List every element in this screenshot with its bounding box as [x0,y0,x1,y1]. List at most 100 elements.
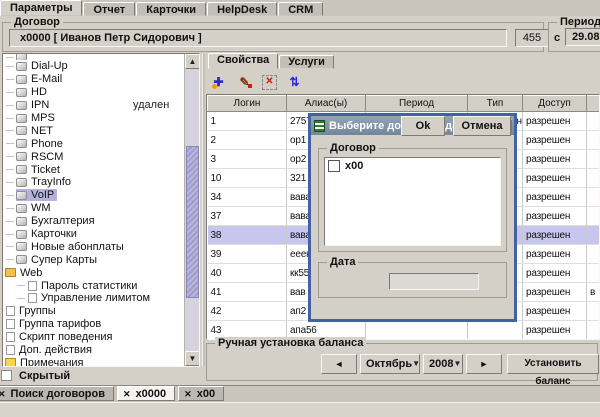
sidebar-item[interactable]: Примечания [3,356,184,366]
tree-scrollbar[interactable]: ▲ ▼ [184,54,199,366]
pkg-icon [16,139,27,148]
sidebar-item[interactable]: Web [3,266,184,279]
pkg-icon [16,242,27,251]
year-select[interactable]: 2008 ▼ [423,354,463,374]
sidebar-item[interactable]: MPS [3,112,184,125]
sidebar-item[interactable]: NET [3,124,184,137]
next-month-button[interactable]: ► [466,354,502,374]
sidebar-item[interactable]: WM [3,202,184,215]
close-icon[interactable]: ✕ [0,387,6,401]
table-cell: разрешен [523,207,587,226]
prev-month-button[interactable]: ◄ [321,354,357,374]
scrollbar-thumb[interactable] [186,146,199,298]
sidebar-item-label: RSCM [31,151,63,163]
sidebar-item[interactable]: Управление лимитом [3,292,184,305]
scroll-up-icon[interactable]: ▲ [185,54,200,69]
sidebar-item-label: Примечания [20,357,84,366]
contract-option-label: x00 [345,160,363,172]
pkg-icon [16,204,27,213]
sidebar-item[interactable]: Пароль статистики [3,279,184,292]
top-tab-1[interactable]: Отчет [83,2,135,16]
properties-tab-bar: СвойстваУслуги [208,53,335,69]
tab-0[interactable]: Свойства [208,53,278,69]
delete-icon[interactable]: ✕ [262,75,277,90]
sidebar-item[interactable]: E-Mail [3,73,184,86]
pkg-icon [16,62,27,71]
sidebar-item[interactable]: Группы [3,305,184,318]
scroll-down-icon[interactable]: ▼ [185,351,200,366]
sidebar-item-label: WM [31,202,51,214]
add-icon[interactable]: ✚ [210,74,227,90]
pkg-icon [16,217,27,226]
top-tab-4[interactable]: CRM [278,2,323,16]
cancel-button[interactable]: Отмена [453,116,511,136]
sidebar-item-label: Новые абонплаты [31,241,124,253]
close-icon[interactable]: ✕ [184,387,192,401]
contract-group: Договор x0000 [ Иванов Петр Сидорович ] … [2,22,544,52]
table-cell [587,264,600,283]
deleted-note: удален [133,99,169,111]
top-tab-2[interactable]: Карточки [136,2,206,16]
pkg-icon [16,255,27,264]
sidebar-item[interactable]: HD [3,86,184,99]
file-icon [6,319,15,329]
sidebar-item[interactable]: Phone [3,137,184,150]
sidebar-item[interactable]: Ticket [3,163,184,176]
bottom-tab-2[interactable]: ✕ x00 [178,386,224,401]
table-cell: 10 [208,169,287,188]
chevron-down-icon: ▼ [453,355,461,373]
top-tab-3[interactable]: HelpDesk [207,2,277,16]
sidebar-item[interactable]: Dial-Up [3,60,184,73]
edit-icon[interactable]: ✎ [236,74,253,90]
sidebar-item[interactable]: Скрипт поведения [3,331,184,344]
month-select[interactable]: Октябрь ▼ [360,354,420,374]
sidebar-item[interactable]: Новые абонплаты [3,240,184,253]
column-header[interactable] [587,96,600,112]
tree-line [6,66,14,67]
sidebar-item-label: TrayInfo [31,176,71,188]
dialog-contract-list[interactable]: x00 [324,157,501,246]
sidebar-item[interactable]: RSCM [3,150,184,163]
table-cell: 3 [208,150,287,169]
sidebar-item[interactable]: Карточки [3,228,184,241]
set-balance-button[interactable]: Установить баланс [507,354,599,374]
bottom-tab-0[interactable]: ✕Поиск договоров [0,386,114,401]
file-icon [28,293,37,303]
sidebar-item[interactable]: IPNудален [3,99,184,112]
sidebar-item[interactable]: Бухгалтерия [3,215,184,228]
column-header[interactable]: Доступ [523,96,587,112]
bottom-tab-1[interactable]: ✕x0000 [117,386,175,401]
table-cell [468,321,523,340]
column-header[interactable]: Период [366,96,468,112]
panel-divider[interactable] [202,53,205,367]
top-tab-bar: ПараметрыОтчетКарточкиHelpDeskCRM [0,0,600,16]
table-cell: разрешен [523,112,587,131]
date-input[interactable] [389,273,479,290]
pkg-icon [16,114,27,123]
sidebar-item[interactable]: TrayInfo [3,176,184,189]
tab-1[interactable]: Услуги [279,55,334,69]
sidebar-item-label: Dial-Up [31,60,68,72]
ok-button[interactable]: Ok [401,116,445,136]
refresh-icon[interactable]: ⇅ [286,74,303,90]
column-header[interactable]: Алиас(ы) [287,96,366,112]
sidebar-item[interactable]: Группа тарифов [3,318,184,331]
contract-option-row[interactable]: x00 [325,158,500,174]
sidebar-item[interactable]: Доп. действия [3,344,184,357]
checkbox-icon[interactable] [328,160,340,172]
table-cell [587,245,600,264]
tree-line [6,156,14,157]
period-from-field[interactable]: 29.08.2008 [565,28,600,46]
close-icon[interactable]: ✕ [123,387,131,401]
column-header[interactable]: Логин [208,96,287,112]
tree-line [6,221,14,222]
sidebar-item-label: Супер Карты [31,254,97,266]
hidden-section-header[interactable]: Скрытый [0,368,202,383]
column-header[interactable]: Тип [468,96,523,112]
bottom-tab-label: x00 [197,387,215,401]
contract-combo[interactable]: x0000 [ Иванов Петр Сидорович ] [9,29,507,47]
sidebar-item[interactable]: Супер Карты [3,253,184,266]
sidebar-item[interactable]: VoIP [3,189,184,202]
table-cell: разрешен [523,226,587,245]
top-tab-0[interactable]: Параметры [0,0,82,16]
